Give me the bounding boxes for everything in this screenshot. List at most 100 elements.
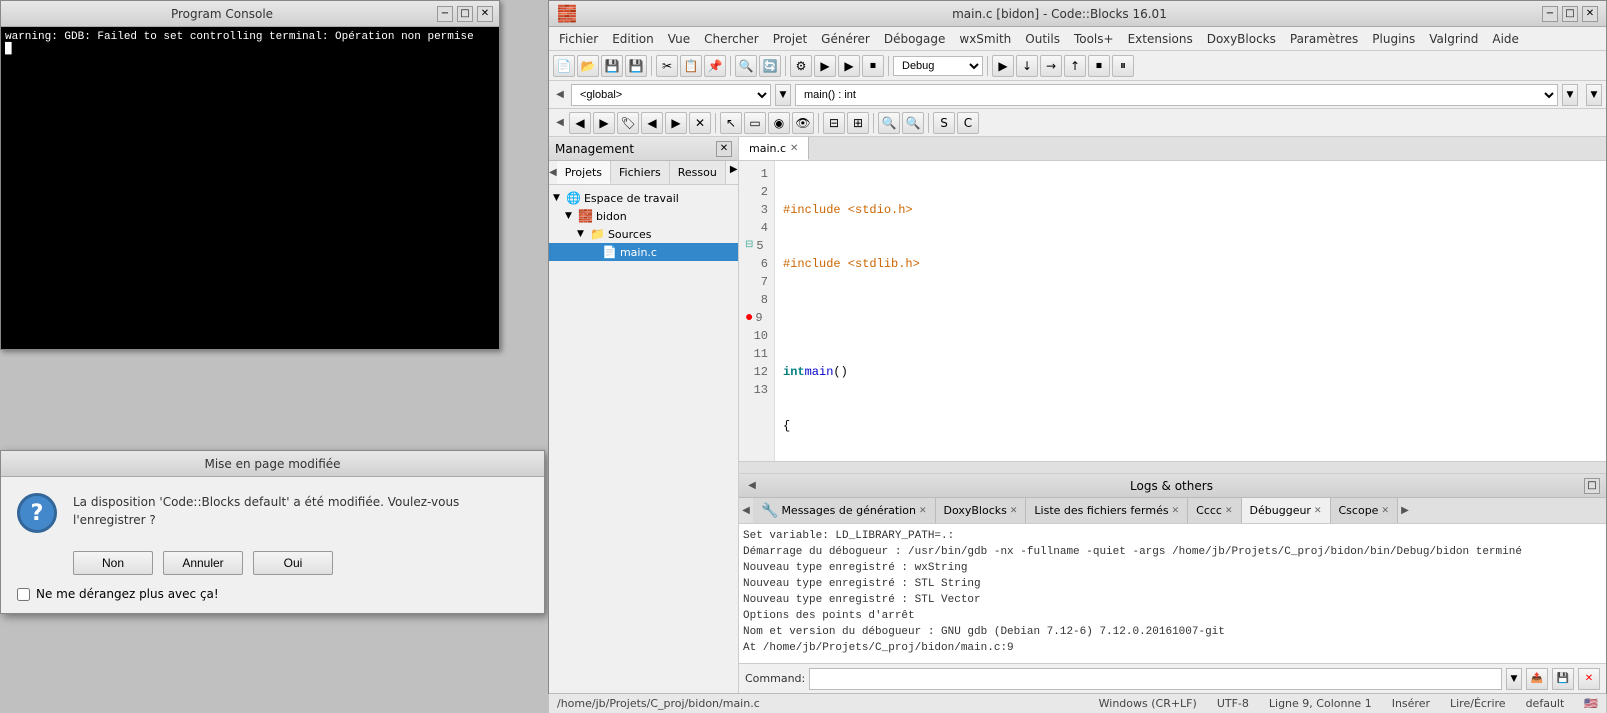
management-close-button[interactable]: ✕: [716, 141, 732, 157]
left-panel-collapse-button[interactable]: ◀: [553, 117, 567, 128]
ide-minimize-button[interactable]: −: [1542, 6, 1558, 22]
management-collapse-button[interactable]: ◀: [553, 89, 567, 100]
dialog-oui-button[interactable]: Oui: [253, 551, 333, 575]
debug-start-button[interactable]: ▶: [992, 55, 1014, 77]
bookmark-set-button[interactable]: 🏷: [617, 112, 639, 134]
menu-parametres[interactable]: Paramètres: [1284, 30, 1364, 48]
logs-tab-messages[interactable]: 🔧 Messages de génération ✕: [753, 498, 936, 523]
mgmt-panel-left-arrow[interactable]: ◀: [549, 161, 557, 184]
zoom-out-button[interactable]: 🔍: [902, 112, 924, 134]
find-button[interactable]: 🔍: [735, 55, 757, 77]
menu-extensions[interactable]: Extensions: [1122, 30, 1199, 48]
watch-button[interactable]: 👁: [792, 112, 814, 134]
save-all-button[interactable]: 💾: [625, 55, 647, 77]
save-file-button[interactable]: 💾: [601, 55, 623, 77]
cursor-tool-button[interactable]: ↖: [720, 112, 742, 134]
code-content[interactable]: #include <stdio.h> #include <stdlib.h> i…: [775, 161, 1606, 461]
logs-maximize-button[interactable]: □: [1584, 478, 1600, 494]
debug-step-button[interactable]: ↓: [1016, 55, 1038, 77]
ide-maximize-button[interactable]: □: [1562, 6, 1578, 22]
cut-button[interactable]: ✂: [656, 55, 678, 77]
tree-sources[interactable]: ▼ 📁 Sources: [549, 225, 738, 243]
menu-outils[interactable]: Outils: [1019, 30, 1066, 48]
debug-next-button[interactable]: →: [1040, 55, 1062, 77]
dialog-non-button[interactable]: Non: [73, 551, 153, 575]
menu-plugins[interactable]: Plugins: [1366, 30, 1421, 48]
logs-left-arrow[interactable]: ◀: [745, 480, 759, 491]
logs-tab-doxyblocks-close[interactable]: ✕: [1010, 506, 1018, 516]
ide-close-button[interactable]: ✕: [1582, 6, 1598, 22]
menu-generer[interactable]: Générer: [815, 30, 876, 48]
mgmt-tab-ressou[interactable]: Ressou: [670, 161, 726, 184]
bookmark-next2-button[interactable]: ▶: [665, 112, 687, 134]
menu-vue[interactable]: Vue: [662, 30, 696, 48]
open-file-button[interactable]: 📂: [577, 55, 599, 77]
toggle-c-button[interactable]: C: [957, 112, 979, 134]
paste-button[interactable]: 📌: [704, 55, 726, 77]
command-history-button[interactable]: ▼: [1506, 668, 1522, 690]
bookmark-next-button[interactable]: ▶: [593, 112, 615, 134]
function-dropdown-button[interactable]: ▼: [1562, 84, 1578, 106]
editor-tab-close[interactable]: ✕: [790, 143, 798, 154]
menu-edition[interactable]: Edition: [606, 30, 660, 48]
right-panel-toggle[interactable]: ▼: [1586, 84, 1602, 106]
debug-pause-button[interactable]: ⏸: [1112, 55, 1134, 77]
debug-mode-select[interactable]: Debug Release: [893, 56, 983, 76]
horizontal-scrollbar[interactable]: [739, 461, 1606, 473]
console-maximize-button[interactable]: □: [457, 6, 473, 22]
command-stop-button[interactable]: ✕: [1578, 668, 1600, 690]
console-close-button[interactable]: ✕: [477, 6, 493, 22]
console-minimize-button[interactable]: −: [437, 6, 453, 22]
bookmark-prev-button[interactable]: ◀: [569, 112, 591, 134]
menu-aide[interactable]: Aide: [1486, 30, 1525, 48]
logs-tab-debugger[interactable]: Débuggeur ✕: [1242, 498, 1331, 523]
fold-button[interactable]: ⊟: [823, 112, 845, 134]
logs-tab-cscope[interactable]: Cscope ✕: [1331, 498, 1399, 523]
tree-workspace[interactable]: ▼ 🌐 Espace de travail: [549, 189, 738, 207]
logs-tab-fichiers-close[interactable]: ✕: [1172, 506, 1180, 516]
dialog-annuler-button[interactable]: Annuler: [163, 551, 243, 575]
tree-project-bidon[interactable]: ▼ 🧱 bidon: [549, 207, 738, 225]
logs-tabs-right-arrow[interactable]: ▶: [1398, 498, 1412, 523]
logs-tab-doxyblocks[interactable]: DoxyBlocks ✕: [936, 498, 1027, 523]
tree-main-c[interactable]: 📄 main.c: [549, 243, 738, 261]
mgmt-tab-projets[interactable]: Projets: [557, 161, 611, 184]
menu-chercher[interactable]: Chercher: [698, 30, 765, 48]
debug-step-out-button[interactable]: ↑: [1064, 55, 1086, 77]
build-run-button[interactable]: ▶: [838, 55, 860, 77]
menu-toolsplus[interactable]: Tools+: [1068, 30, 1120, 48]
copy-button[interactable]: 📋: [680, 55, 702, 77]
rect-select-button[interactable]: ▭: [744, 112, 766, 134]
scope-dropdown-button[interactable]: ▼: [775, 84, 791, 106]
editor-tab-main-c[interactable]: main.c ✕: [739, 137, 809, 160]
run-button[interactable]: ▶: [814, 55, 836, 77]
menu-projet[interactable]: Projet: [767, 30, 813, 48]
zoom-in-button[interactable]: 🔍: [878, 112, 900, 134]
debug-stop-button[interactable]: ⏹: [1088, 55, 1110, 77]
breakpoint-toggle-button[interactable]: ◉: [768, 112, 790, 134]
logs-tab-messages-close[interactable]: ✕: [919, 506, 927, 516]
menu-fichier[interactable]: Fichier: [553, 30, 604, 48]
bookmark-clear-button[interactable]: ✕: [689, 112, 711, 134]
command-send-button[interactable]: 📤: [1526, 668, 1548, 690]
unfold-button[interactable]: ⊞: [847, 112, 869, 134]
logs-tab-fichiers-fermes[interactable]: Liste des fichiers fermés ✕: [1026, 498, 1188, 523]
new-file-button[interactable]: 📄: [553, 55, 575, 77]
logs-tab-debugger-close[interactable]: ✕: [1314, 506, 1322, 516]
logs-tab-cccc-close[interactable]: ✕: [1225, 506, 1233, 516]
replace-button[interactable]: 🔄: [759, 55, 781, 77]
build-button[interactable]: ⚙: [790, 55, 812, 77]
logs-tabs-left-arrow[interactable]: ◀: [739, 498, 753, 523]
menu-valgrind[interactable]: Valgrind: [1423, 30, 1484, 48]
stop-button[interactable]: ⏹: [862, 55, 884, 77]
menu-debogage[interactable]: Débogage: [878, 30, 952, 48]
command-save-button[interactable]: 💾: [1552, 668, 1574, 690]
menu-doxyblocks[interactable]: DoxyBlocks: [1201, 30, 1282, 48]
toggle-s-button[interactable]: S: [933, 112, 955, 134]
mgmt-tab-fichiers[interactable]: Fichiers: [611, 161, 670, 184]
command-input[interactable]: [809, 668, 1502, 690]
function-select[interactable]: main() : int: [795, 84, 1558, 106]
scope-select[interactable]: <global>: [571, 84, 771, 106]
bookmark-prev2-button[interactable]: ◀: [641, 112, 663, 134]
logs-tab-cccc[interactable]: Cccc ✕: [1188, 498, 1241, 523]
